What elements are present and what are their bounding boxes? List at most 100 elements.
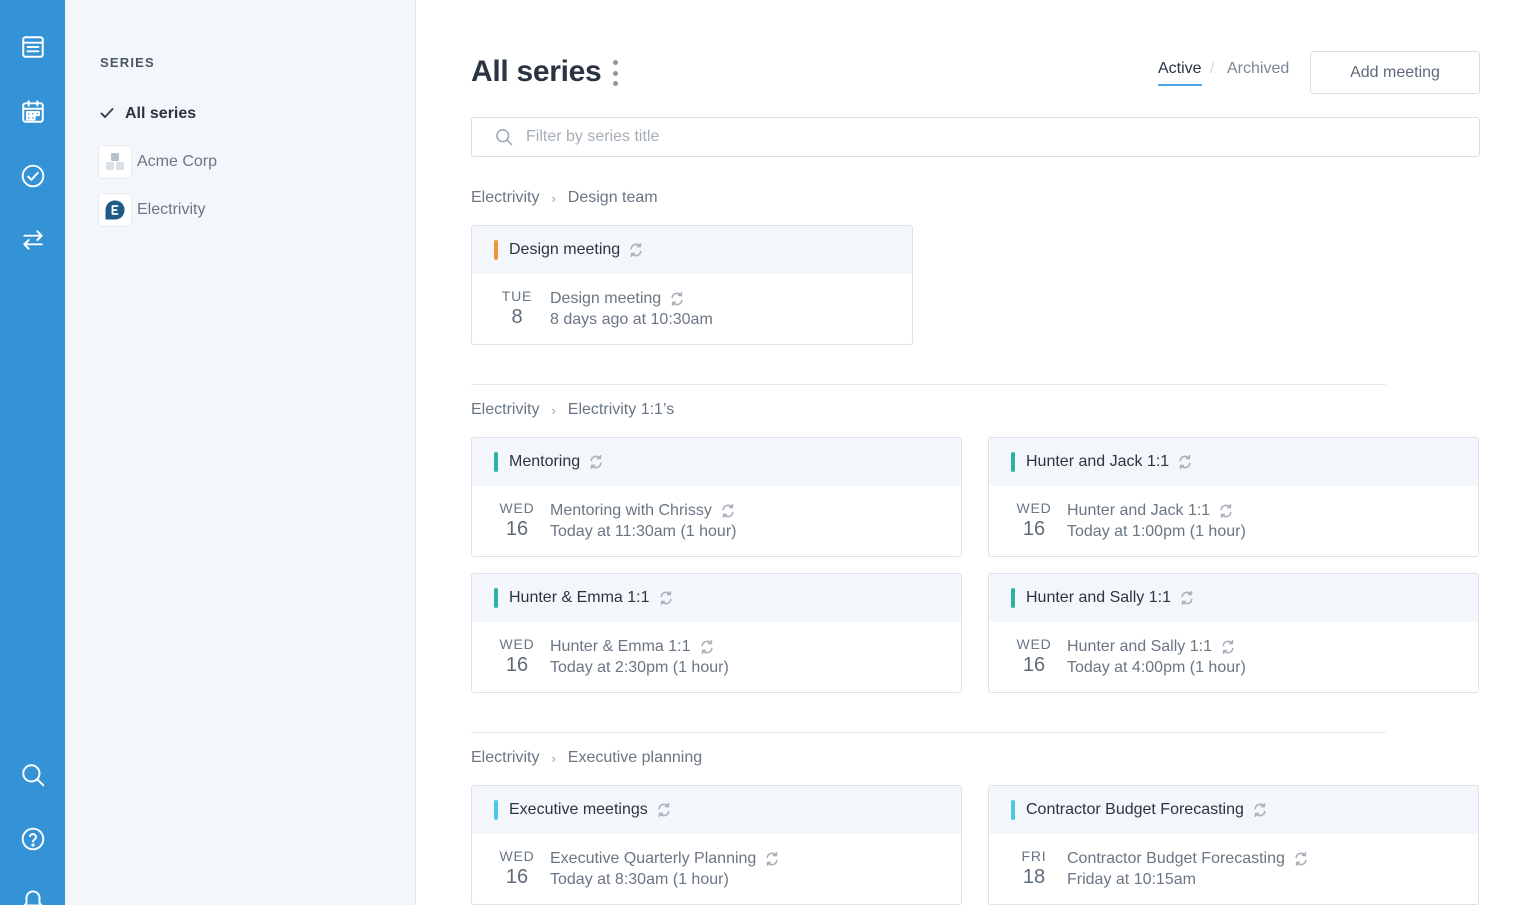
tab-active[interactable]: Active <box>1158 60 1202 86</box>
day-number: 18 <box>1022 866 1046 888</box>
day-number: 16 <box>1022 654 1046 676</box>
meeting-time: Today at 4:00pm (1 hour) <box>1067 659 1246 676</box>
chevron-right-icon: › <box>551 750 556 766</box>
day-number: 16 <box>505 518 529 540</box>
sidebar-item-all-series[interactable]: All series <box>99 97 196 131</box>
meeting-name: Mentoring with Chrissy <box>550 502 712 519</box>
card-header: Hunter & Emma 1:1 <box>472 574 961 622</box>
sidebar-item-label: Acme Corp <box>137 153 218 170</box>
breadcrumb-team[interactable]: Design team <box>568 189 658 207</box>
sidebar-item-label: All series <box>125 105 197 122</box>
meeting-time: Today at 2:30pm (1 hour) <box>550 659 729 676</box>
card-header: Design meeting <box>472 226 912 274</box>
series-card-contractor-budget[interactable]: Contractor Budget Forecasting FRI 18 Con… <box>988 785 1479 905</box>
recurring-icon <box>1179 590 1195 606</box>
meeting-name: Design meeting <box>550 290 662 307</box>
series-card-hunter-and-sally[interactable]: Hunter and Sally 1:1 WED 16 Hunter and S… <box>988 573 1479 693</box>
recurring-icon <box>628 242 644 258</box>
more-options-icon[interactable] <box>609 60 621 86</box>
recurring-icon <box>588 454 604 470</box>
recurring-icon <box>1252 802 1268 818</box>
sidebar-item-acme-corp[interactable]: Acme Corp <box>99 145 217 179</box>
card-body: WED 16 Executive Quarterly Planning Toda… <box>472 834 961 904</box>
series-title: Design meeting <box>509 241 621 258</box>
card-header: Contractor Budget Forecasting <box>989 786 1478 834</box>
meeting-name: Hunter & Emma 1:1 <box>550 638 691 655</box>
meeting-info: Hunter and Sally 1:1 Today at 4:00pm (1 … <box>1067 636 1246 677</box>
series-card-hunter-and-emma[interactable]: Hunter & Emma 1:1 WED 16 Hunter & Emma 1… <box>471 573 962 693</box>
meeting-time: Today at 11:30am (1 hour) <box>550 523 737 540</box>
section-divider <box>471 384 1386 385</box>
series-title: Hunter & Emma 1:1 <box>509 589 650 606</box>
day-of-week: FRI <box>1021 848 1047 864</box>
calendar-icon[interactable] <box>16 95 50 129</box>
recurring-icon <box>720 503 736 519</box>
day-of-week: WED <box>499 500 535 516</box>
day-of-week: WED <box>1016 636 1052 652</box>
search-icon[interactable] <box>16 758 50 792</box>
date-badge: WED 16 <box>1013 500 1055 541</box>
breadcrumb-org[interactable]: Electrivity <box>471 749 539 767</box>
breadcrumb: Electrivity › Electrivity 1:1’s <box>471 401 674 419</box>
series-card-hunter-and-jack[interactable]: Hunter and Jack 1:1 WED 16 Hunter and Ja… <box>988 437 1479 557</box>
help-icon[interactable] <box>16 822 50 856</box>
tab-archived[interactable]: Archived <box>1227 60 1289 78</box>
icon-rail <box>0 0 65 905</box>
main-content: All series Active / Archived Add meeting… <box>416 0 1536 905</box>
meeting-time: 8 days ago at 10:30am <box>550 311 713 328</box>
bell-icon[interactable] <box>16 882 50 905</box>
electrivity-logo-icon <box>99 194 131 226</box>
breadcrumb-team[interactable]: Electrivity 1:1’s <box>568 401 674 419</box>
search-icon <box>496 129 513 146</box>
series-card-executive-meetings[interactable]: Executive meetings WED 16 Executive Quar… <box>471 785 962 905</box>
chevron-right-icon: › <box>551 190 556 206</box>
recurring-icon <box>1177 454 1193 470</box>
meeting-info: Executive Quarterly Planning Today at 8:… <box>550 848 780 889</box>
accent-bar <box>494 588 498 608</box>
recurring-icon <box>656 802 672 818</box>
date-badge: WED 16 <box>496 500 538 541</box>
meeting-time: Friday at 10:15am <box>1067 871 1196 888</box>
swap-arrows-icon[interactable] <box>16 223 50 257</box>
day-number: 16 <box>505 654 529 676</box>
meeting-info: Design meeting 8 days ago at 10:30am <box>550 288 713 329</box>
meeting-time: Today at 1:00pm (1 hour) <box>1067 523 1246 540</box>
breadcrumb: Electrivity › Design team <box>471 189 658 207</box>
add-meeting-button[interactable]: Add meeting <box>1310 51 1480 94</box>
series-card-mentoring[interactable]: Mentoring WED 16 Mentoring with Chrissy … <box>471 437 962 557</box>
meeting-time: Today at 8:30am (1 hour) <box>550 871 729 888</box>
series-card-design-meeting[interactable]: Design meeting TUE 8 Design meeting 8 da… <box>471 225 913 345</box>
breadcrumb-team[interactable]: Executive planning <box>568 749 702 767</box>
breadcrumb-org[interactable]: Electrivity <box>471 189 539 207</box>
checkmark-icon <box>99 105 117 123</box>
day-number: 16 <box>1022 518 1046 540</box>
breadcrumb: Electrivity › Executive planning <box>471 749 702 767</box>
chevron-right-icon: › <box>551 402 556 418</box>
check-circle-icon[interactable] <box>16 159 50 193</box>
recurring-icon <box>764 851 780 867</box>
series-sidebar: SERIES All series Acme Corp Electrivity <box>65 0 416 905</box>
card-body: WED 16 Hunter and Jack 1:1 Today at 1:00… <box>989 486 1478 556</box>
date-badge: WED 16 <box>496 636 538 677</box>
card-body: WED 16 Hunter and Sally 1:1 Today at 4:0… <box>989 622 1478 692</box>
card-body: WED 16 Hunter & Emma 1:1 Today at 2:30pm… <box>472 622 961 692</box>
recurring-icon <box>1218 503 1234 519</box>
sidebar-item-label: Electrivity <box>137 201 206 218</box>
card-header: Hunter and Sally 1:1 <box>989 574 1478 622</box>
card-body: WED 16 Mentoring with Chrissy Today at 1… <box>472 486 961 556</box>
section-divider <box>471 732 1386 733</box>
accent-bar <box>494 800 498 820</box>
card-body: FRI 18 Contractor Budget Forecasting Fri… <box>989 834 1478 904</box>
accent-bar <box>1011 800 1015 820</box>
card-header: Hunter and Jack 1:1 <box>989 438 1478 486</box>
day-of-week: WED <box>1016 500 1052 516</box>
sidebar-item-electrivity[interactable]: Electrivity <box>99 193 205 227</box>
series-filter-input[interactable] <box>526 128 1426 146</box>
series-title: Hunter and Jack 1:1 <box>1026 453 1170 470</box>
day-of-week: TUE <box>501 288 533 304</box>
list-icon[interactable] <box>16 30 50 64</box>
accent-bar <box>494 452 498 472</box>
date-badge: WED 16 <box>496 848 538 889</box>
day-of-week: WED <box>499 636 535 652</box>
breadcrumb-org[interactable]: Electrivity <box>471 401 539 419</box>
